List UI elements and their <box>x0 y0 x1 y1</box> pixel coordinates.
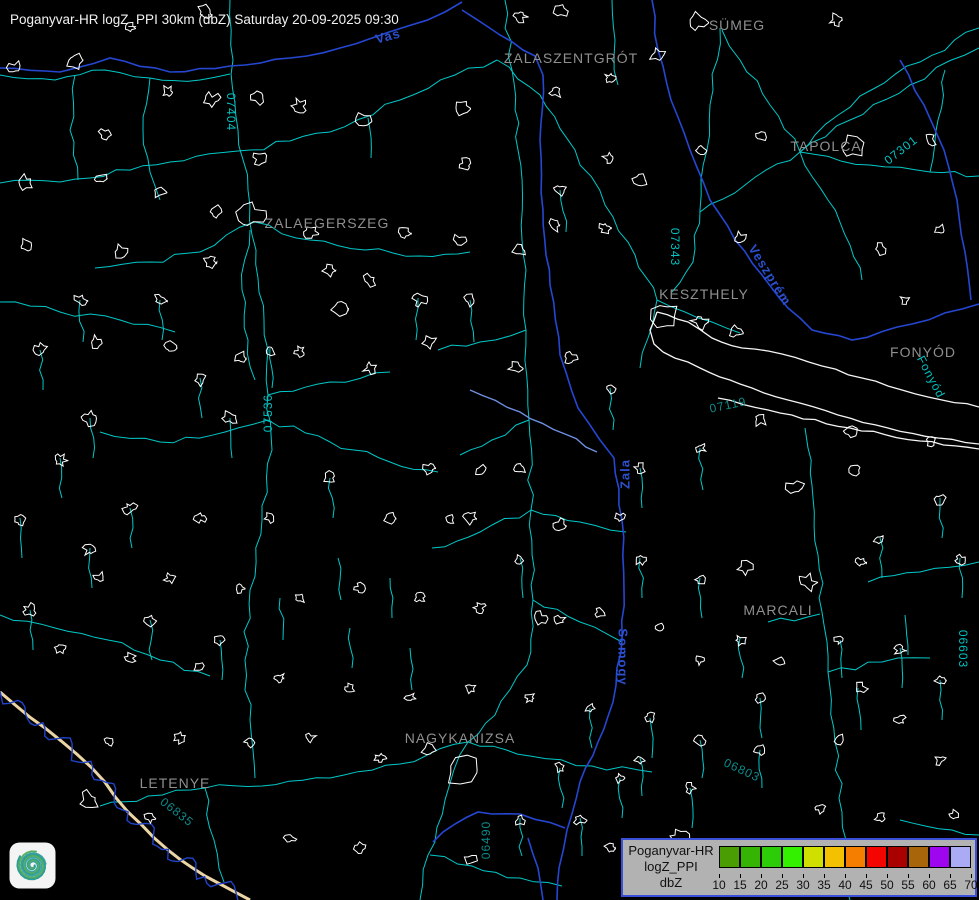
legend-swatch <box>887 846 908 868</box>
legend-tick-label: 10 <box>708 878 730 892</box>
legend-swatch <box>866 846 887 868</box>
radar-title: Poganyvar-HR logZ_PPI 30km (dbZ) Saturda… <box>10 12 399 27</box>
legend-unit: dbZ <box>625 875 717 891</box>
radar-map-screen: SÜMEGZALASZENTGRÓTTAPOLCAZALAEGERSZEGKES… <box>0 0 979 900</box>
legend-tick-label: 55 <box>897 878 919 892</box>
legend-tick-label: 50 <box>876 878 898 892</box>
legend-swatch <box>761 846 782 868</box>
legend-tick-label: 70 <box>960 878 979 892</box>
legend-swatch <box>719 846 740 868</box>
legend-tick-label: 15 <box>729 878 751 892</box>
legend-text: Poganyvar-HR logZ_PPI dbZ <box>625 843 717 891</box>
legend: Poganyvar-HR logZ_PPI dbZ 10152025303540… <box>621 838 977 897</box>
legend-tick-label: 35 <box>813 878 835 892</box>
legend-tick-label: 30 <box>792 878 814 892</box>
radar-spiral-logo <box>9 842 56 889</box>
legend-swatch <box>824 846 845 868</box>
legend-swatch <box>929 846 950 868</box>
legend-swatch <box>950 846 971 868</box>
legend-radar-name: Poganyvar-HR <box>625 843 717 859</box>
legend-tick-label: 65 <box>939 878 961 892</box>
legend-swatch <box>803 846 824 868</box>
legend-swatch <box>782 846 803 868</box>
legend-swatch <box>845 846 866 868</box>
legend-tick-label: 25 <box>771 878 793 892</box>
legend-swatch <box>740 846 761 868</box>
legend-swatch <box>908 846 929 868</box>
legend-tick-label: 60 <box>918 878 940 892</box>
legend-tick-label: 40 <box>834 878 856 892</box>
legend-product-name: logZ_PPI <box>625 859 717 875</box>
legend-tick-label: 20 <box>750 878 772 892</box>
legend-tick-label: 45 <box>855 878 877 892</box>
map-canvas <box>0 0 979 900</box>
